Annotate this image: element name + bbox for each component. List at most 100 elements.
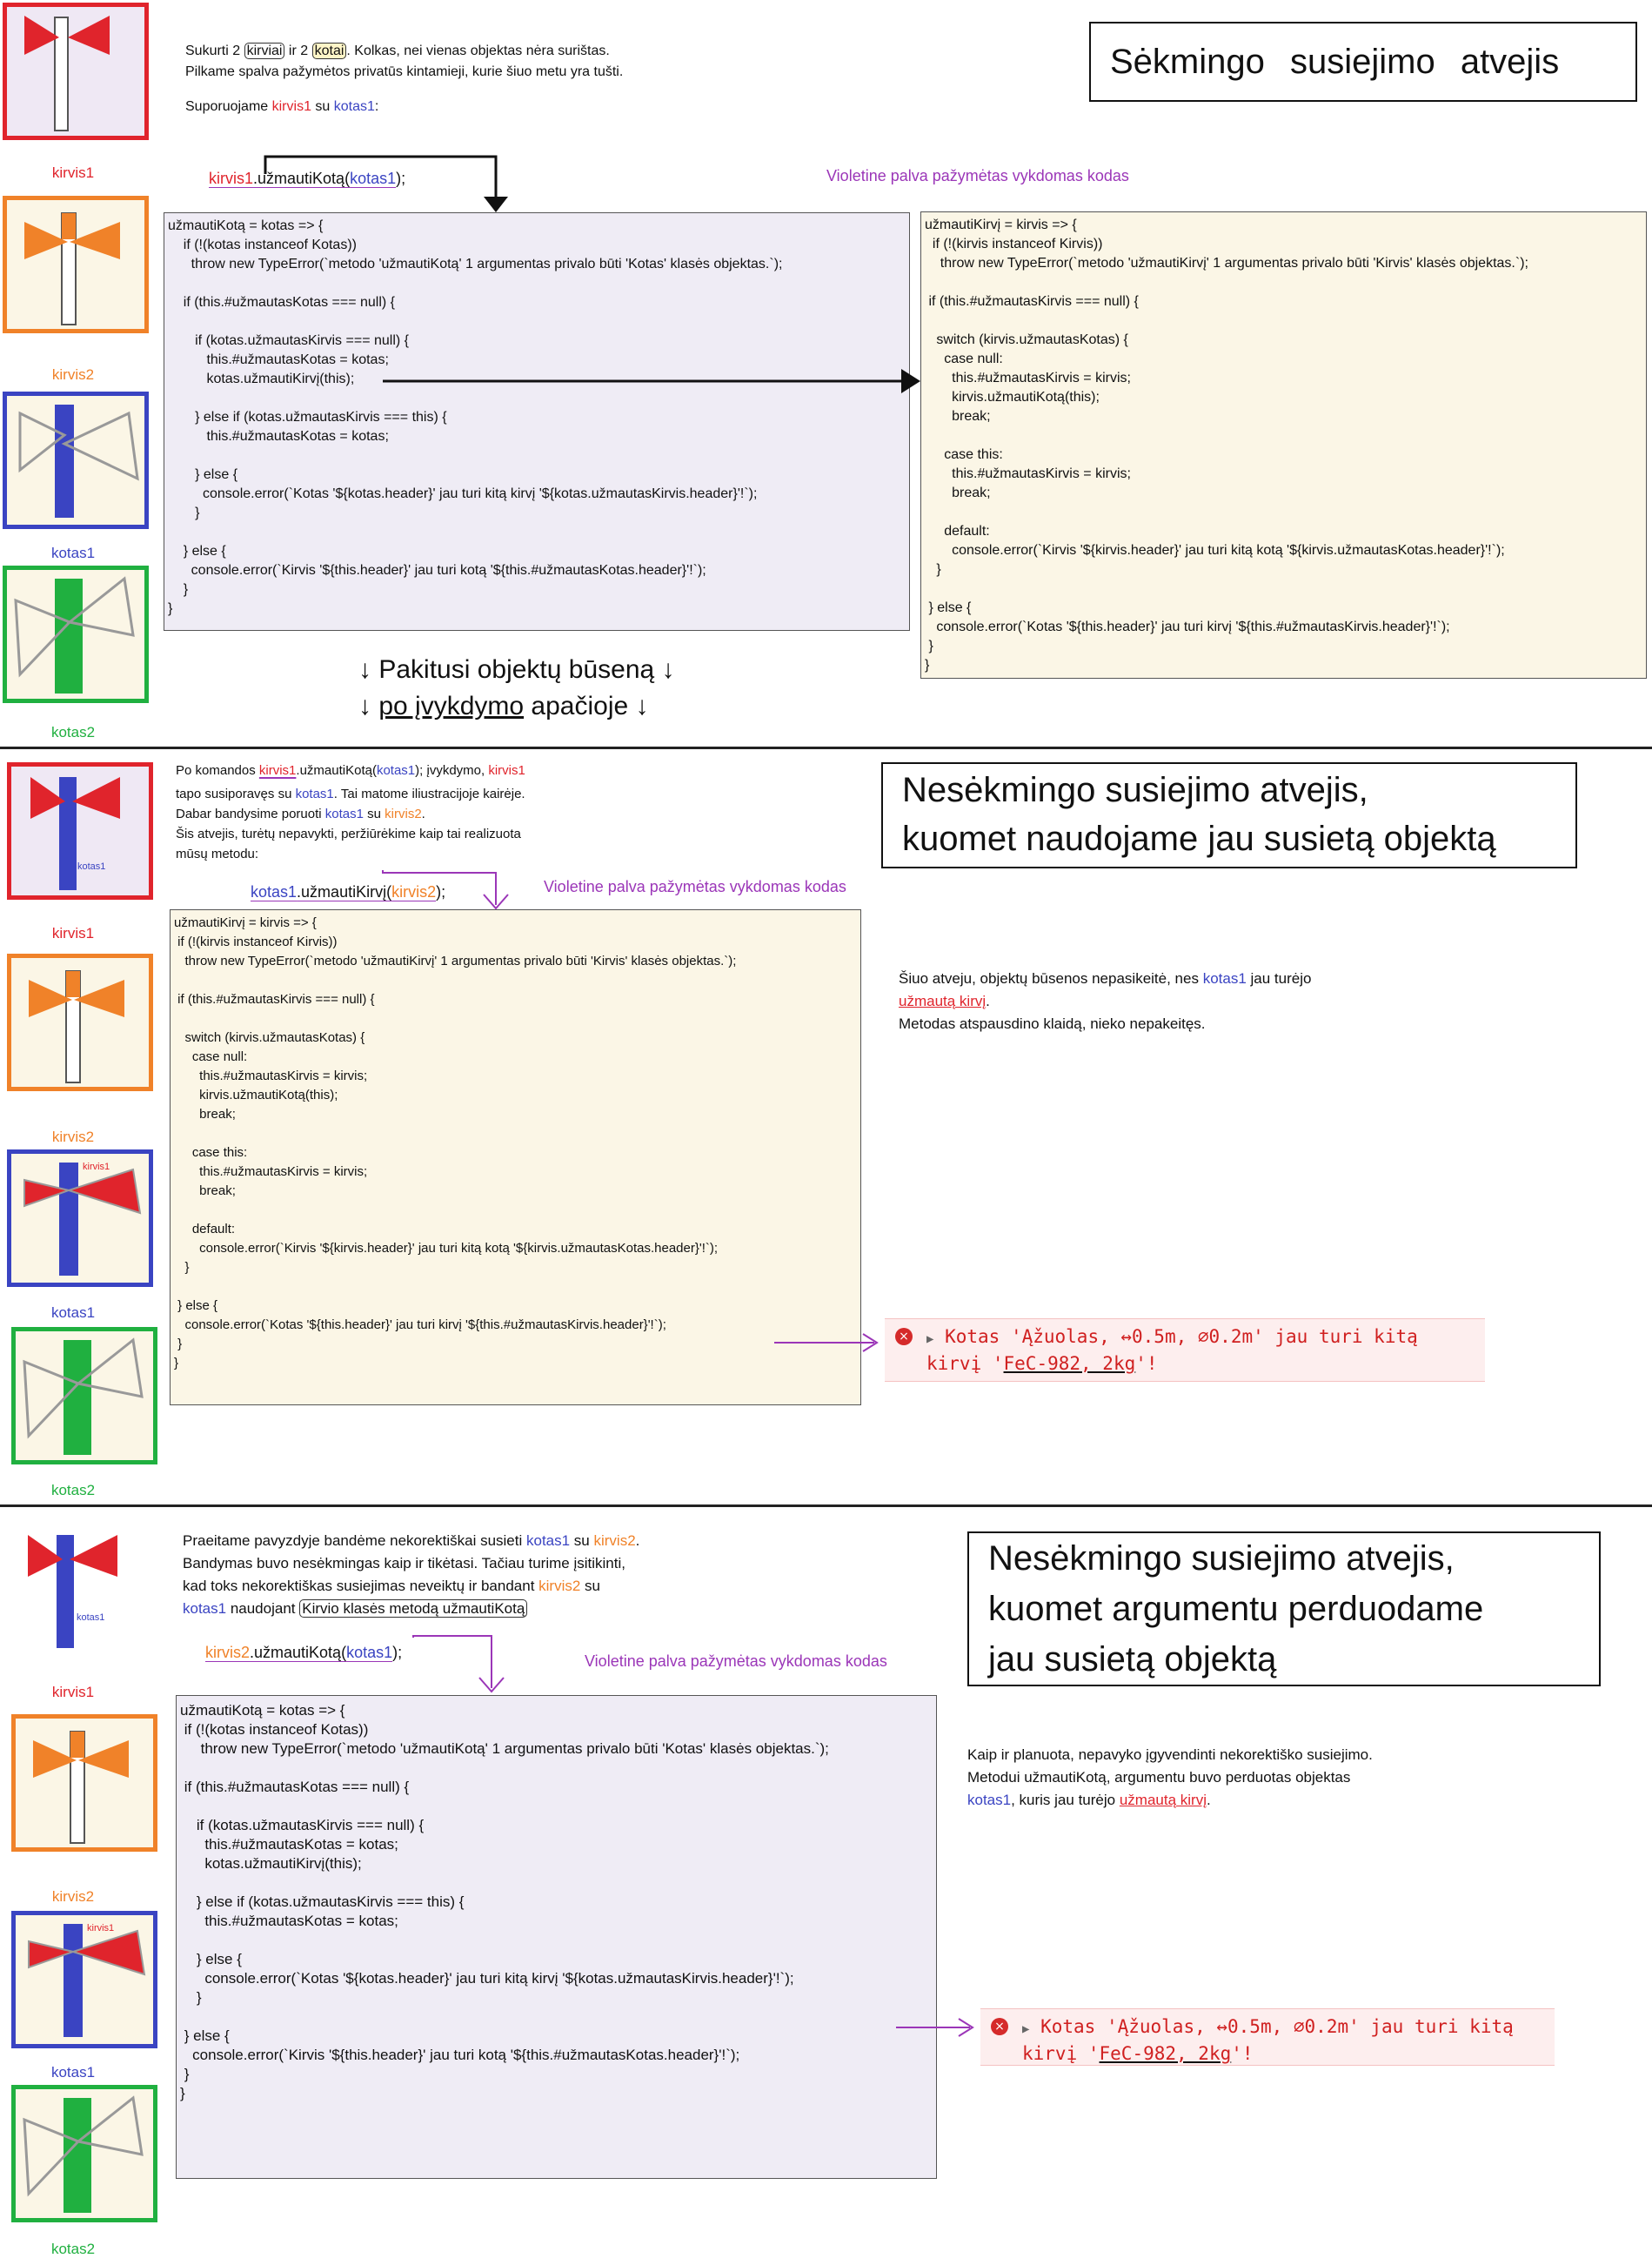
kotas1-box <box>3 392 149 529</box>
kirvis2-label: kirvis2 <box>51 1129 95 1145</box>
s3-note: Violetine palva pažymėtas vykdomas kodas <box>585 1652 887 1670</box>
code-line: throw new TypeError(`metodo 'užmautiKotą… <box>180 1740 829 1757</box>
code-line: } else { <box>168 544 226 559</box>
s2-code: užmautiKirvį = kirvis => { if (!(kirvis … <box>170 909 861 1405</box>
kirvis2-box <box>11 1714 157 1852</box>
code-line: if (this.#užmautasKirvis === null) { <box>925 294 1139 309</box>
handle-icon <box>23 1337 144 1455</box>
code-line: if (kotas.užmautasKirvis === null) { <box>180 1817 425 1833</box>
s3-intro: Praeitame pavyzdyje bandėme nekorektiška… <box>183 1532 640 1618</box>
error-icon: × <box>895 1328 913 1345</box>
kirvis1-label: kirvis1 <box>51 1684 95 1700</box>
code-line: } <box>174 1260 190 1275</box>
code-line: case null: <box>925 352 1003 366</box>
code-line: kotas.užmautiKirvį(this); <box>168 372 355 386</box>
axe-head-icon <box>33 1731 129 1844</box>
handle-icon <box>18 405 139 518</box>
code-line: throw new TypeError(`metodo 'užmautiKotą… <box>168 257 783 271</box>
code-line: } <box>168 582 189 597</box>
kotas1-label: kotas1 <box>50 2064 96 2081</box>
inner-kotas1-label: kotas1 <box>77 861 105 872</box>
code-line: užmautiKirvį = kirvis => { <box>174 915 317 930</box>
code-line: this.#užmautasKotas = kotas; <box>180 1913 398 1929</box>
code-line: if (this.#užmautasKotas === null) { <box>180 1779 410 1795</box>
kirvis1-label: kirvis1 <box>51 164 95 181</box>
inner-kirvis1-label: kirvis1 <box>83 1162 110 1172</box>
code-line: } <box>168 601 173 616</box>
code-line: if (kotas.užmautasKirvis === null) { <box>168 333 409 348</box>
kirvis1-figure: kotas1 <box>9 1525 146 1653</box>
kotas2-box <box>11 2085 157 2222</box>
code-line: if (this.#užmautasKotas === null) { <box>168 295 396 310</box>
s1-code-right: užmautiKirvį = kirvis => { if (!(kirvis … <box>920 211 1647 679</box>
code-line: if (this.#užmautasKirvis === null) { <box>174 992 375 1007</box>
error-icon: × <box>991 2018 1008 2035</box>
s1-call: kirvis1.užmautiKotą(kotas1); <box>209 170 406 187</box>
axe-head-icon <box>24 16 110 131</box>
code-line: this.#užmautasKirvis = kirvis; <box>174 1069 368 1083</box>
divider <box>0 747 1652 749</box>
kirvis1-label: kirvis1 <box>51 925 95 942</box>
kirvis2-label: kirvis2 <box>51 1888 95 1905</box>
code-line: } <box>180 2085 185 2101</box>
code-line: this.#užmautasKotas = kotas; <box>180 1836 398 1853</box>
code-line: break; <box>174 1107 236 1122</box>
s3-title: Nesėkmingo susiejimo atvejis, kuomet argu… <box>967 1531 1601 1686</box>
code-line: kirvis.užmautiKotą(this); <box>925 390 1100 405</box>
code-line: switch (kirvis.užmautasKotas) { <box>174 1030 365 1045</box>
code-line: } <box>180 2066 190 2082</box>
code-line: default: <box>925 524 990 539</box>
code-line: } else { <box>180 2027 230 2044</box>
code-line: console.error(`Kirvis '${this.header}' j… <box>180 2047 740 2063</box>
code-line: default: <box>174 1222 236 1236</box>
s2-console-error: × ▶ Kotas 'Ąžuolas, ↔0.5m, ⌀0.2m' jau tu… <box>885 1318 1485 1382</box>
s3-call: kirvis2.užmautiKotą(kotas1); <box>205 1644 403 1661</box>
s2-side-text: Šiuo atveju, objektų būsenos nepasikeitė… <box>899 970 1312 1032</box>
code-line: } else { <box>925 600 972 615</box>
code-line: throw new TypeError(`metodo 'užmautiKirv… <box>925 256 1528 271</box>
code-line: throw new TypeError(`metodo 'užmautiKirv… <box>174 954 737 968</box>
axe-head-icon: kotas1 <box>30 777 120 890</box>
code-line: this.#užmautasKirvis = kirvis; <box>925 371 1131 385</box>
s1-note: Violetine palva pažymėtas vykdomas kodas <box>826 167 1129 184</box>
expand-triangle-icon[interactable]: ▶ <box>926 1332 933 1346</box>
code-line: užmautiKotą = kotas => { <box>180 1702 345 1719</box>
expand-triangle-icon[interactable]: ▶ <box>1022 2022 1029 2036</box>
handle-icon: kirvis1 <box>23 1162 142 1276</box>
code-line: switch (kirvis.užmautasKotas) { <box>925 332 1128 347</box>
axe-head-icon <box>29 970 124 1083</box>
code-line: } <box>925 639 933 653</box>
code-line: console.error(`Kotas '${this.header}' ja… <box>174 1317 666 1332</box>
code-line: this.#užmautasKirvis = kirvis; <box>174 1164 368 1179</box>
code-line: } <box>925 562 941 577</box>
s3-code: užmautiKotą = kotas => { if (!(kotas ins… <box>176 1695 937 2179</box>
code-line: } <box>174 1356 179 1370</box>
code-line: break; <box>925 486 991 500</box>
kotas2-label: kotas2 <box>50 1482 96 1498</box>
kotas1-box: kirvis1 <box>7 1149 153 1287</box>
code-line: case this: <box>925 447 1003 462</box>
kirvis1-box: kotas1 <box>7 762 153 900</box>
s1-mid-line2: ↓ po įvykdymo apačioje ↓ <box>358 692 649 720</box>
s3-console-error: × ▶ Kotas 'Ąžuolas, ↔0.5m, ⌀0.2m' jau tu… <box>980 2008 1555 2066</box>
code-line: užmautiKirvį = kirvis => { <box>925 218 1077 232</box>
code-line: break; <box>925 409 991 424</box>
code-line: break; <box>174 1183 236 1198</box>
kirvis2-label: kirvis2 <box>51 366 95 383</box>
handle-icon <box>23 2095 144 2213</box>
code-line: } else if (kotas.užmautasKirvis === this… <box>180 1893 465 1910</box>
code-line: if (!(kirvis instanceof Kirvis)) <box>925 237 1103 251</box>
kirvis1-box <box>3 3 149 140</box>
code-line: } else { <box>168 467 238 482</box>
kotas1-label: kotas1 <box>50 1304 96 1321</box>
code-line: } <box>174 1337 183 1351</box>
code-line: console.error(`Kotas '${kotas.header}' j… <box>180 1970 794 1987</box>
